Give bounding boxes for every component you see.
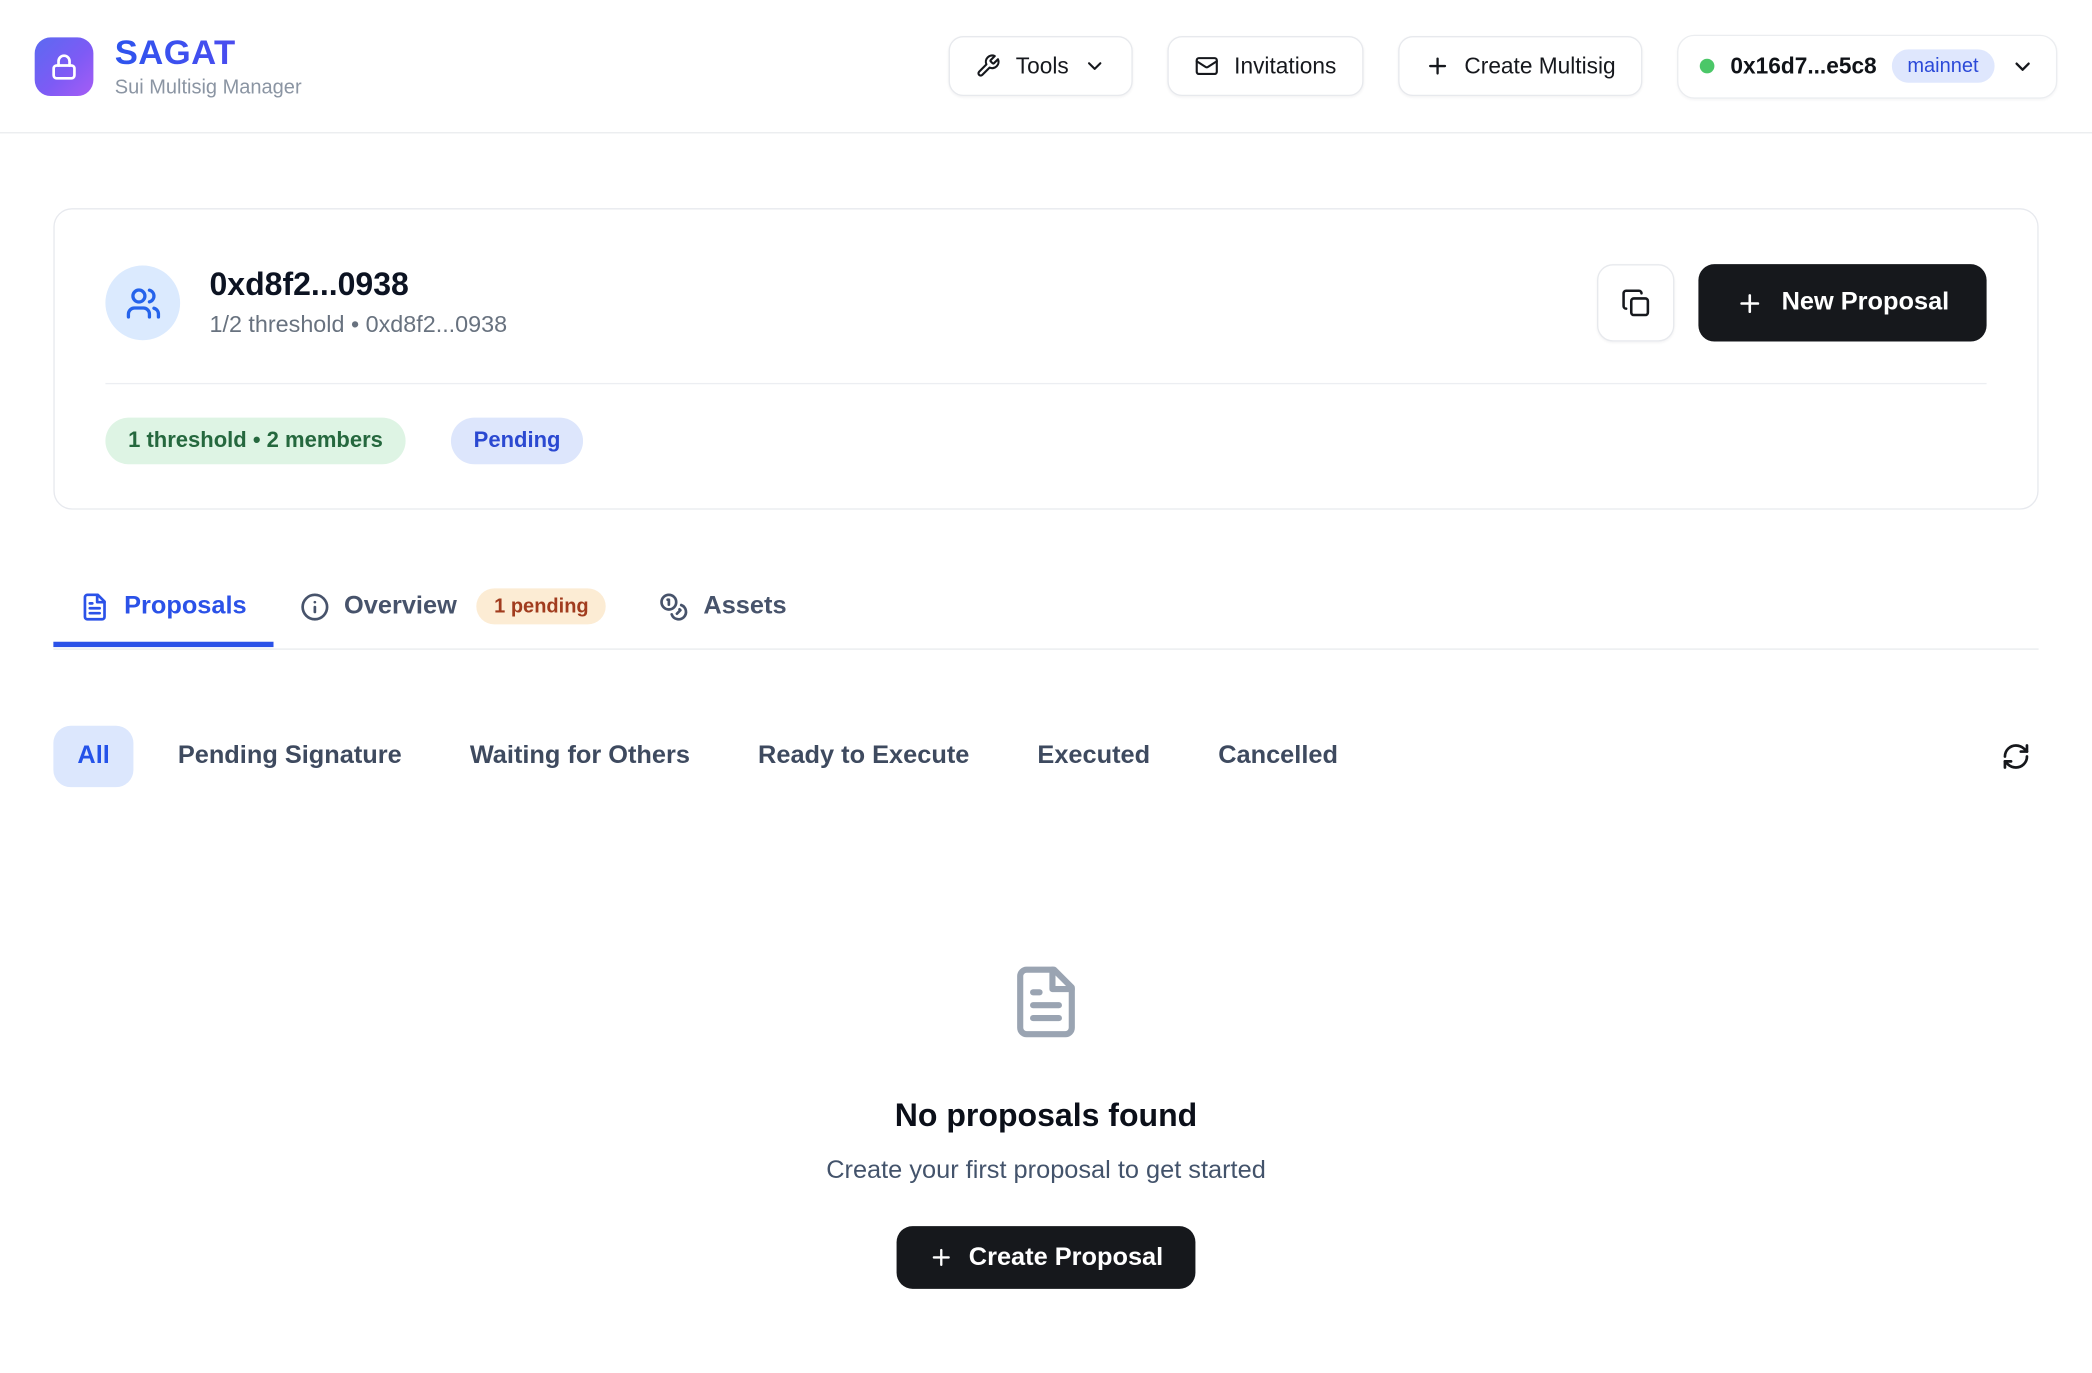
filter-pending-signature[interactable]: Pending Signature xyxy=(154,726,426,787)
copy-icon xyxy=(1621,288,1652,319)
empty-state-subtitle: Create your first proposal to get starte… xyxy=(826,1157,1266,1186)
status-badge: Pending xyxy=(451,418,583,465)
coins-icon xyxy=(659,592,688,621)
pending-count-badge: 1 pending xyxy=(477,588,606,624)
chevron-down-icon xyxy=(2011,54,2035,78)
invitations-label: Invitations xyxy=(1234,53,1336,80)
filter-cancelled[interactable]: Cancelled xyxy=(1194,726,1362,787)
tab-assets-label: Assets xyxy=(703,592,786,621)
members-badge: 1 threshold • 2 members xyxy=(105,418,405,465)
create-multisig-label: Create Multisig xyxy=(1464,53,1615,80)
empty-state: No proposals found Create your first pro… xyxy=(0,963,2092,1289)
plus-icon xyxy=(1424,53,1449,78)
filter-executed[interactable]: Executed xyxy=(1013,726,1174,787)
multisig-avatar xyxy=(105,266,180,341)
header-actions: Tools Invitations Create Multisig xyxy=(949,34,2057,98)
multisig-actions: New Proposal xyxy=(1597,264,1986,341)
create-proposal-button[interactable]: Create Proposal xyxy=(897,1226,1196,1289)
multisig-subtitle: 1/2 threshold • 0xd8f2...0938 xyxy=(209,311,507,339)
wallet-selector[interactable]: 0x16d7...e5c8 mainnet xyxy=(1677,34,2057,98)
new-proposal-button[interactable]: New Proposal xyxy=(1699,264,1987,341)
tab-bar: Proposals Overview 1 pending Assets xyxy=(53,572,2038,649)
connection-status-dot xyxy=(1700,59,1715,74)
app-title: SAGAT xyxy=(115,34,302,72)
multisig-title: 0xd8f2...0938 xyxy=(209,266,507,303)
info-icon xyxy=(300,592,329,621)
multisig-info: 0xd8f2...0938 1/2 threshold • 0xd8f2...0… xyxy=(209,266,507,339)
brand: SAGAT Sui Multisig Manager xyxy=(35,34,302,99)
brand-text: SAGAT Sui Multisig Manager xyxy=(115,34,302,99)
filter-waiting-for-others[interactable]: Waiting for Others xyxy=(446,726,714,787)
app-tagline: Sui Multisig Manager xyxy=(115,76,302,99)
header: SAGAT Sui Multisig Manager Tools xyxy=(0,0,2092,133)
card-divider xyxy=(105,383,1986,384)
plus-icon xyxy=(1736,289,1764,317)
network-badge: mainnet xyxy=(1891,49,1994,82)
empty-state-title: No proposals found xyxy=(895,1098,1197,1135)
multisig-card-header: 0xd8f2...0938 1/2 threshold • 0xd8f2...0… xyxy=(105,264,1986,341)
refresh-icon xyxy=(2001,742,2030,771)
file-text-icon xyxy=(80,592,109,621)
tab-proposals[interactable]: Proposals xyxy=(53,576,273,645)
tools-label: Tools xyxy=(1016,53,1069,80)
refresh-button[interactable] xyxy=(1993,734,2038,779)
document-icon xyxy=(1007,963,1084,1040)
tab-overview[interactable]: Overview 1 pending xyxy=(273,572,632,648)
filter-all[interactable]: All xyxy=(53,726,133,787)
wrench-icon xyxy=(976,53,1001,78)
plus-icon xyxy=(929,1245,954,1270)
filter-ready-to-execute[interactable]: Ready to Execute xyxy=(734,726,993,787)
app-root: SAGAT Sui Multisig Manager Tools xyxy=(0,0,2092,1373)
new-proposal-label: New Proposal xyxy=(1782,288,1950,317)
invitations-button[interactable]: Invitations xyxy=(1167,36,1363,96)
create-multisig-button[interactable]: Create Multisig xyxy=(1398,36,1643,96)
lock-icon xyxy=(49,51,78,80)
tab-overview-label: Overview xyxy=(344,592,457,621)
badge-row: 1 threshold • 2 members Pending xyxy=(105,418,1986,465)
tab-assets[interactable]: Assets xyxy=(633,576,814,645)
create-proposal-label: Create Proposal xyxy=(969,1243,1163,1272)
multisig-card: 0xd8f2...0938 1/2 threshold • 0xd8f2...0… xyxy=(53,208,2038,510)
users-icon xyxy=(125,285,161,321)
wallet-address: 0x16d7...e5c8 xyxy=(1730,53,1876,80)
tools-button[interactable]: Tools xyxy=(949,36,1133,96)
copy-address-button[interactable] xyxy=(1597,264,1674,341)
app-logo xyxy=(35,37,94,96)
proposal-filters: All Pending Signature Waiting for Others… xyxy=(53,726,2038,787)
mail-icon xyxy=(1194,53,1219,78)
chevron-down-icon xyxy=(1083,55,1106,78)
tab-proposals-label: Proposals xyxy=(124,592,247,621)
